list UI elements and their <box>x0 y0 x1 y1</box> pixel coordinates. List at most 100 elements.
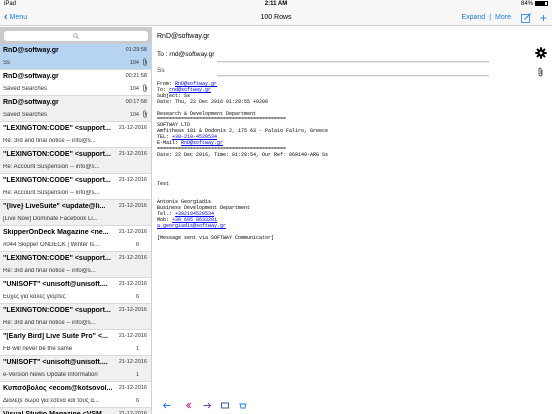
message-size: 6 <box>135 398 139 404</box>
battery-percent: 84% <box>520 1 533 7</box>
search-input[interactable] <box>3 30 148 41</box>
divider <box>217 75 489 77</box>
battery-indicator: 84% <box>521 0 548 9</box>
message-date: 21-12-2016 <box>118 385 147 391</box>
message-subject: #044 Skipper ONDECK | Winter Is... <box>3 242 100 248</box>
message-size: 6 <box>135 294 139 300</box>
message-date: 00:17:58 <box>125 99 147 105</box>
message-date: 01:29:58 <box>125 47 147 53</box>
message-size: 104 <box>129 112 139 118</box>
message-sender: RnD@softway.gr <box>3 73 59 80</box>
message-detail-pane: RnD@softway.gr To : rnd@softway.gr Ss Fr… <box>153 27 552 414</box>
message-list-item[interactable]: "LEXINGTON:CODE" <support... 21-12-2016 Re… <box>0 122 151 148</box>
message-sender: SkipperOnDeck Magazine <ne... <box>3 229 109 236</box>
message-sender: RnD@softway.gr <box>3 47 59 54</box>
message-size: 1 <box>135 372 139 378</box>
message-subject: Re: 3rd and final notice -- info@s... <box>3 320 96 326</box>
message-date: 21-12-2016 <box>118 177 147 183</box>
message-subject: Ευχές για καλές γιορτές <box>3 294 66 300</box>
message-list-item[interactable]: "[Early Bird] Live Suite Pro" <... 21-12-… <box>0 330 151 356</box>
message-date: 21-12-2016 <box>118 359 147 365</box>
message-subject: e-Version News Update Information <box>3 372 98 378</box>
message-body: From: RnD@softway.gr To: rnd@softway.gr … <box>157 81 537 241</box>
message-subject: Saved Searches <box>3 112 48 118</box>
nav-separator: | <box>489 14 492 21</box>
message-sender: Κυπσόβολος <ecom@kotsovol... <box>3 385 113 392</box>
forward-icon[interactable] <box>203 402 211 409</box>
message-sender: "LEXINGTON:CODE" <support... <box>3 255 111 262</box>
body-text: Test <box>157 181 170 188</box>
message-subject: Ss <box>3 60 11 66</box>
paperclip-icon <box>143 58 147 66</box>
gear-icon[interactable] <box>535 47 547 59</box>
message-list-item[interactable]: "LEXINGTON:CODE" <support... 21-12-2016 Re… <box>0 148 151 174</box>
message-subject: FB will never be the same <box>3 346 73 352</box>
message-date: 21-12-2016 <box>118 203 147 209</box>
add-button[interactable]: + <box>540 12 547 24</box>
message-subject: Re: 3rd and final notice -- info@s... <box>3 138 96 144</box>
message-footer: [Message sent via SOFTWAY Communicator] <box>157 234 275 241</box>
reply-all-icon[interactable] <box>186 402 194 409</box>
message-list-item[interactable]: RnD@softway.gr 00:17:58 Saved Searches 104 <box>0 96 151 122</box>
message-subject: Re: Account Suspension -- info@s... <box>3 190 100 196</box>
message-sender: "{live} LiveSuite" <update@li... <box>3 203 106 210</box>
message-recipient: To : rnd@softway.gr <box>157 51 215 58</box>
message-date: 21-12-2016 <box>118 307 147 313</box>
message-list-item[interactable]: "{live} LiveSuite" <update@li... 21-12-20… <box>0 200 151 226</box>
message-list-item[interactable]: "UNISOFT" <unisoft@unisoft.... 21-12-2016… <box>0 278 151 304</box>
message-date: 21-12-2016 <box>118 229 147 235</box>
message-date: 21-12-2016 <box>118 281 147 287</box>
message-size: 6 <box>135 242 139 248</box>
clock: 2:11 AM <box>264 1 288 7</box>
navigation-bar: ‹ Menu 100 Rows Expand | More + <box>0 9 552 26</box>
message-list-item[interactable]: Κυπσόβολος <ecom@kotsovol... 21-12-2016 Δι… <box>0 382 151 408</box>
message-subject: Re: Account Suspension -- info@s... <box>3 164 100 170</box>
paperclip-icon[interactable] <box>537 67 544 77</box>
sig-mail-link[interactable]: a.georgiadis@softway.gr <box>157 223 226 229</box>
message-sender: "UNISOFT" <unisoft@unisoft.... <box>3 281 108 288</box>
message-sender: "LEXINGTON:CODE" <support... <box>3 177 111 184</box>
message-list-item[interactable]: RnD@softway.gr 01:29:58 Ss 104 <box>0 44 151 70</box>
move-icon[interactable] <box>221 402 229 409</box>
message-list-item[interactable]: RnD@softway.gr 00:21:58 Saved Searches 104 <box>0 70 151 96</box>
message-sender: RnD@softway.gr <box>3 99 59 106</box>
search-icon <box>72 32 79 39</box>
message-size: 104 <box>129 86 139 92</box>
message-list-pane: RnD@softway.gr 01:29:58 Ss 104 RnD@softway.g… <box>0 27 152 414</box>
message-list-item[interactable]: "UNISOFT" <unisoft@unisoft.... 21-12-2016… <box>0 356 151 382</box>
message-sender: "UNISOFT" <unisoft@unisoft.... <box>3 359 108 366</box>
message-list: RnD@softway.gr 01:29:58 Ss 104 RnD@softway.g… <box>0 44 151 414</box>
reply-icon[interactable] <box>163 402 171 409</box>
message-sender: "[Early Bird] Live Suite Pro" <... <box>3 333 108 340</box>
battery-icon <box>535 1 548 6</box>
status-bar: iPad 2:11 AM 84% <box>0 0 552 9</box>
message-list-item[interactable]: "LEXINGTON:CODE" <support... 21-12-2016 Re… <box>0 304 151 330</box>
expand-button[interactable]: Expand <box>461 14 485 21</box>
search-bar <box>0 27 151 44</box>
compose-icon[interactable] <box>521 12 531 23</box>
message-list-item[interactable]: SkipperOnDeck Magazine <ne... 21-12-2016 #… <box>0 226 151 252</box>
message-sender: RnD@softway.gr <box>157 33 210 40</box>
message-list-item[interactable]: Visual Studio Magazine <VSM...21-12-2016 <box>0 408 151 414</box>
message-sender: "LEXINGTON:CODE" <support... <box>3 125 111 132</box>
message-date: 00:21:58 <box>125 73 147 79</box>
message-date: 21-12-2016 <box>118 125 147 131</box>
paperclip-icon <box>143 110 147 118</box>
archive-icon[interactable] <box>239 402 247 409</box>
message-date: 21-12-2016 <box>118 255 147 261</box>
more-button[interactable]: More <box>495 14 511 21</box>
message-size: 104 <box>129 60 139 66</box>
divider <box>217 61 489 63</box>
paperclip-icon <box>143 84 147 92</box>
message-size: 1 <box>135 346 139 352</box>
message-subject: Re: 3rd and final notice -- info@s... <box>3 268 96 274</box>
message-date: 21-12-2016 <box>118 333 147 339</box>
message-date: 21-12-2016 <box>118 151 147 157</box>
header-date: Date: Thu, 22 Dec 2016 01:29:55 +0200 <box>157 98 269 105</box>
message-toolbar <box>153 398 552 414</box>
message-subject: Saved Searches <box>3 86 48 92</box>
message-list-item[interactable]: "LEXINGTON:CODE" <support... 21-12-2016 Re… <box>0 174 151 200</box>
sent-line: Date: 22 Dec 2016, Time: 01:29:54, Our R… <box>157 151 329 158</box>
nav-actions: Expand | More + <box>461 9 547 26</box>
message-list-item[interactable]: "LEXINGTON:CODE" <support... 21-12-2016 Re… <box>0 252 151 278</box>
